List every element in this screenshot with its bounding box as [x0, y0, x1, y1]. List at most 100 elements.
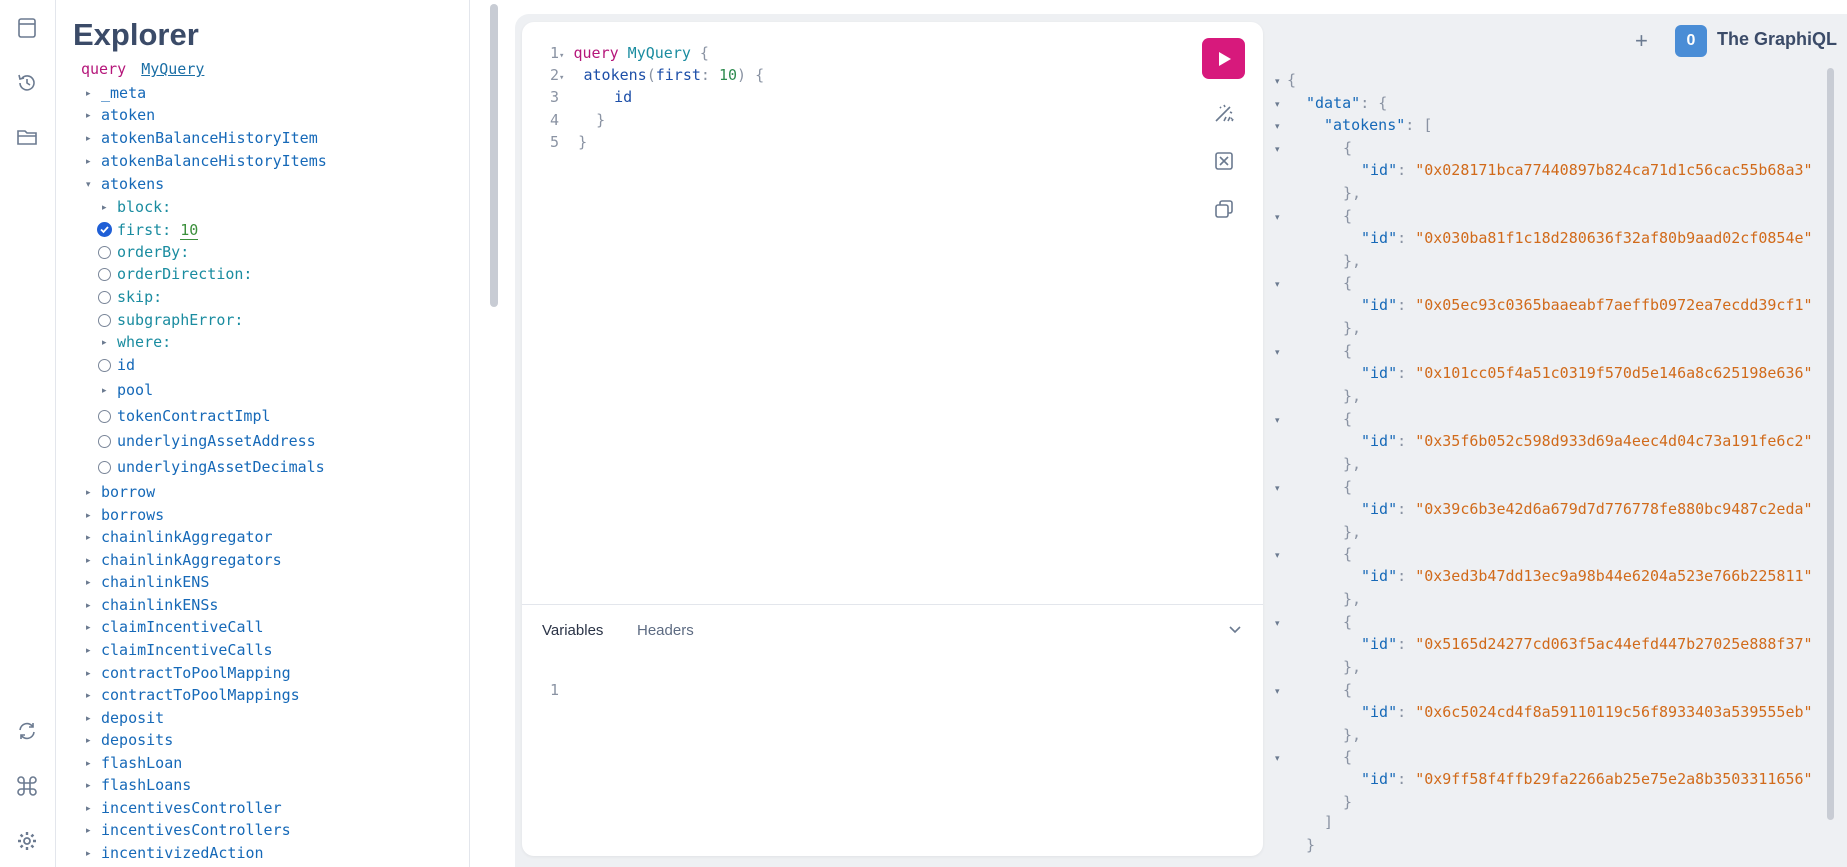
explorer-item[interactable]: atokens: [101, 174, 164, 194]
radio-unchecked-icon[interactable]: [98, 314, 111, 327]
explorer-scrollbar[interactable]: [490, 4, 498, 307]
collapse-caret-icon[interactable]: ▾: [1275, 76, 1280, 87]
code-line-4[interactable]: 4 }: [550, 109, 605, 131]
collapse-caret-icon[interactable]: ▾: [1275, 753, 1280, 764]
explorer-item[interactable]: deposits: [101, 730, 173, 750]
run-query-button[interactable]: [1202, 38, 1245, 79]
argument-value-input[interactable]: 10: [180, 221, 199, 240]
prettify-icon[interactable]: [1211, 100, 1237, 126]
checkbox-checked-icon[interactable]: [97, 222, 112, 237]
argument-orderDirection[interactable]: orderDirection:: [117, 264, 252, 284]
argument-subgraphError[interactable]: subgraphError:: [117, 310, 243, 330]
collapse-caret-icon[interactable]: ▾: [1275, 550, 1280, 561]
explorer-item[interactable]: _meta: [101, 83, 146, 103]
merge-fragments-icon[interactable]: [1211, 148, 1237, 174]
copy-query-icon[interactable]: [1211, 196, 1237, 222]
argument-block[interactable]: block:: [117, 197, 171, 217]
explorer-subfield[interactable]: underlyingAssetAddress: [117, 431, 316, 451]
explorer-item[interactable]: deposit: [101, 708, 164, 728]
explorer-item[interactable]: incentivizedAction: [101, 843, 264, 863]
caret-right-icon[interactable]: ▸: [86, 110, 96, 120]
caret-right-icon[interactable]: ▸: [86, 825, 96, 835]
response-scrollbar[interactable]: [1827, 68, 1834, 820]
add-tab-button[interactable]: +: [1635, 28, 1648, 54]
radio-unchecked-icon[interactable]: [98, 410, 111, 423]
caret-down-icon[interactable]: ▾: [86, 179, 96, 189]
tab-headers[interactable]: Headers: [637, 622, 694, 639]
collapse-caret-icon[interactable]: ▾: [1275, 686, 1280, 697]
caret-right-icon[interactable]: ▸: [86, 133, 96, 143]
caret-right-icon[interactable]: ▸: [86, 487, 96, 497]
caret-right-icon[interactable]: ▸: [86, 780, 96, 790]
explorer-item[interactable]: chainlinkENSs: [101, 595, 218, 615]
explorer-item[interactable]: contractToPoolMapping: [101, 663, 291, 683]
collapse-caret-icon[interactable]: ▾: [1275, 99, 1280, 110]
caret-right-icon[interactable]: ▸: [86, 668, 96, 678]
explorer-item[interactable]: atokenBalanceHistoryItems: [101, 151, 327, 171]
caret-right-icon[interactable]: ▸: [86, 848, 96, 858]
explorer-item[interactable]: incentivesController: [101, 798, 282, 818]
argument-first[interactable]: first: 10: [117, 220, 199, 240]
caret-right-icon[interactable]: ▸: [86, 600, 96, 610]
caret-right-icon[interactable]: ▸: [102, 337, 112, 347]
refetch-schema-icon[interactable]: [14, 718, 40, 744]
explorer-item[interactable]: chainlinkAggregators: [101, 550, 282, 570]
explorer-subfield[interactable]: id: [117, 355, 135, 375]
explorer-subfield[interactable]: tokenContractImpl: [117, 406, 271, 426]
collapse-caret-icon[interactable]: ▾: [1275, 415, 1280, 426]
explorer-item[interactable]: atokenBalanceHistoryItem: [101, 128, 318, 148]
argument-skip[interactable]: skip:: [117, 287, 162, 307]
explorer-item[interactable]: claimIncentiveCall: [101, 617, 264, 637]
caret-right-icon[interactable]: ▸: [86, 690, 96, 700]
caret-right-icon[interactable]: ▸: [86, 577, 96, 587]
caret-right-icon[interactable]: ▸: [102, 385, 112, 395]
radio-unchecked-icon[interactable]: [98, 246, 111, 259]
radio-unchecked-icon[interactable]: [98, 291, 111, 304]
explorer-item[interactable]: chainlinkAggregator: [101, 527, 273, 547]
caret-right-icon[interactable]: ▸: [102, 202, 112, 212]
explorer-item[interactable]: claimIncentiveCalls: [101, 640, 273, 660]
collapse-caret-icon[interactable]: ▾: [1275, 347, 1280, 358]
explorer-item[interactable]: borrow: [101, 482, 155, 502]
collapse-caret-icon[interactable]: ▾: [1275, 483, 1280, 494]
radio-unchecked-icon[interactable]: [98, 435, 111, 448]
collapse-caret-icon[interactable]: ▾: [1275, 212, 1280, 223]
docs-icon[interactable]: [14, 15, 40, 41]
radio-unchecked-icon[interactable]: [98, 359, 111, 372]
caret-right-icon[interactable]: ▸: [86, 88, 96, 98]
tab-variables[interactable]: Variables: [542, 622, 603, 639]
explorer-item[interactable]: atoken: [101, 105, 155, 125]
history-icon[interactable]: [14, 70, 40, 96]
code-line-3[interactable]: 3 id: [550, 86, 632, 108]
explorer-item[interactable]: chainlinkENS: [101, 572, 209, 592]
argument-where[interactable]: where:: [117, 332, 171, 352]
caret-right-icon[interactable]: ▸: [86, 532, 96, 542]
explorer-item[interactable]: incentivesControllers: [101, 820, 291, 840]
caret-right-icon[interactable]: ▸: [86, 156, 96, 166]
keyboard-shortcuts-icon[interactable]: [14, 773, 40, 799]
explorer-subfield[interactable]: pool: [117, 380, 153, 400]
code-line-5[interactable]: 5 }: [550, 131, 587, 153]
caret-right-icon[interactable]: ▸: [86, 803, 96, 813]
explorer-folder-icon[interactable]: [14, 124, 40, 150]
variables-editor-line[interactable]: 1: [550, 679, 559, 701]
argument-orderBy[interactable]: orderBy:: [117, 242, 189, 262]
collapse-caret-icon[interactable]: ▾: [1275, 279, 1280, 290]
caret-right-icon[interactable]: ▸: [86, 510, 96, 520]
explorer-subfield[interactable]: underlyingAssetDecimals: [117, 457, 325, 477]
explorer-item[interactable]: flashLoans: [101, 775, 191, 795]
caret-right-icon[interactable]: ▸: [86, 758, 96, 768]
radio-unchecked-icon[interactable]: [98, 268, 111, 281]
radio-unchecked-icon[interactable]: [98, 461, 111, 474]
chevron-down-icon[interactable]: [1228, 623, 1242, 642]
explorer-item[interactable]: contractToPoolMappings: [101, 685, 300, 705]
collapse-caret-icon[interactable]: ▾: [1275, 618, 1280, 629]
caret-right-icon[interactable]: ▸: [86, 555, 96, 565]
settings-gear-icon[interactable]: [14, 828, 40, 854]
caret-right-icon[interactable]: ▸: [86, 713, 96, 723]
caret-right-icon[interactable]: ▸: [86, 622, 96, 632]
collapse-caret-icon[interactable]: ▾: [1275, 121, 1280, 132]
caret-right-icon[interactable]: ▸: [86, 645, 96, 655]
explorer-item[interactable]: borrows: [101, 505, 164, 525]
collapse-caret-icon[interactable]: ▾: [1275, 144, 1280, 155]
